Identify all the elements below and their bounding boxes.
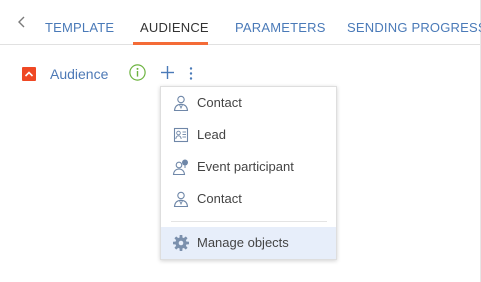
collapse-button[interactable]	[22, 67, 36, 81]
menu-item-contact[interactable]: Contact	[161, 87, 336, 119]
tab-parameters[interactable]: PARAMETERS	[235, 0, 326, 44]
tab-audience[interactable]: AUDIENCE	[140, 0, 209, 44]
menu-item-manage-objects[interactable]: Manage objects	[161, 227, 336, 259]
chevron-up-icon	[24, 71, 34, 77]
add-icon[interactable]	[160, 65, 175, 80]
menu-item-label: Lead	[197, 127, 226, 142]
gear-icon	[173, 235, 189, 251]
more-vertical-icon[interactable]	[186, 66, 196, 81]
add-object-dropdown-menu: Contact Lead Event participant Contact M…	[160, 86, 337, 260]
info-icon[interactable]	[129, 64, 146, 81]
menu-item-lead[interactable]: Lead	[161, 119, 336, 151]
active-tab-indicator	[133, 42, 208, 45]
menu-divider	[171, 221, 327, 222]
tab-bar: TEMPLATE AUDIENCE PARAMETERS SENDING PRO…	[0, 0, 481, 45]
menu-item-label: Event participant	[197, 159, 294, 174]
back-arrow-icon[interactable]	[15, 14, 29, 30]
menu-item-label: Contact	[197, 191, 242, 206]
menu-item-label: Contact	[197, 95, 242, 110]
group-title[interactable]: Audience	[50, 66, 108, 82]
event-participant-icon	[172, 159, 188, 176]
tab-sending-progress[interactable]: SENDING PROGRESS	[347, 0, 481, 44]
tab-template[interactable]: TEMPLATE	[45, 0, 114, 44]
lead-icon	[173, 127, 189, 143]
menu-item-contact[interactable]: Contact	[161, 183, 336, 215]
contact-icon	[173, 95, 189, 112]
menu-item-label: Manage objects	[197, 235, 289, 250]
contact-icon	[173, 191, 189, 208]
menu-item-event-participant[interactable]: Event participant	[161, 151, 336, 183]
